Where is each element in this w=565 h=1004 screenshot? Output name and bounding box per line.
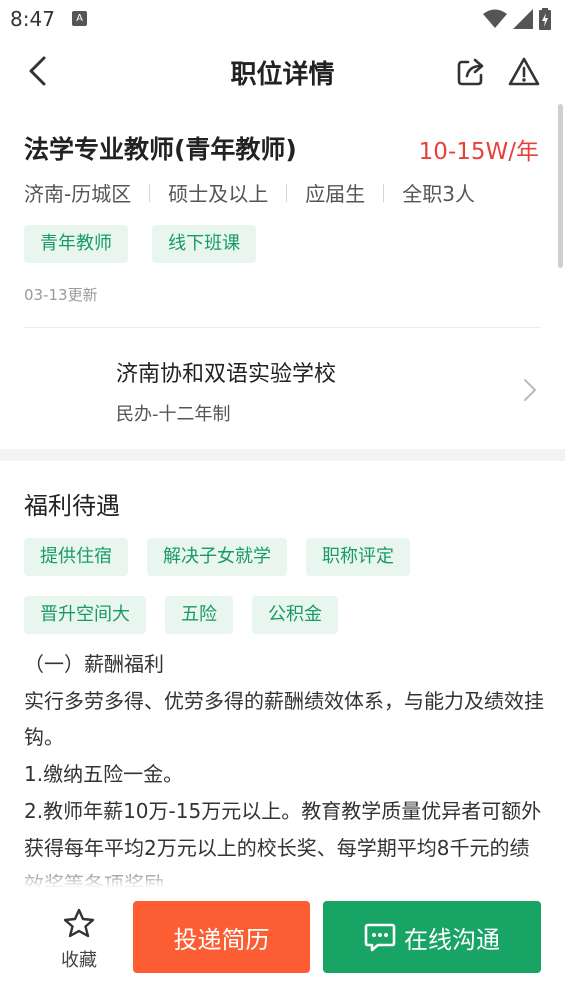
apply-label: 投递简历 — [173, 925, 270, 954]
divider — [149, 183, 151, 202]
scrollbar[interactable] — [558, 104, 563, 268]
divider — [286, 183, 288, 202]
benefit-tag: 晋升空间大 — [24, 596, 146, 634]
benefit-tag: 提供住宿 — [24, 538, 128, 576]
salary: 10-15W/年 — [418, 139, 539, 165]
divider — [383, 183, 385, 202]
notification-icon: A — [72, 11, 87, 26]
bottom-fade — [0, 860, 565, 888]
job-meta: 济南-历城区 硕士及以上 应届生 全职3人 — [24, 178, 475, 207]
job-tag: 线下班课 — [152, 225, 257, 263]
description-line: 实行多劳多得、优劳多得的薪酬绩效体系，与能力及绩效挂钩。 — [24, 688, 544, 750]
company-card[interactable]: 济南协和双语实验学校 民办-十二年制 — [0, 328, 565, 448]
job-title: 法学专业教师(青年教师) — [24, 135, 297, 164]
benefit-tag: 五险 — [165, 596, 233, 634]
apply-button[interactable]: 投递简历 — [133, 901, 310, 973]
benefit-tag: 公积金 — [252, 596, 338, 634]
company-type: 民办-十二年制 — [116, 404, 231, 425]
share-icon[interactable] — [455, 56, 487, 88]
battery-icon — [539, 8, 551, 30]
favorite-label: 收藏 — [61, 950, 97, 971]
benefit-tag: 职称评定 — [306, 538, 410, 576]
section-gap — [0, 449, 565, 461]
status-time: 8:47 — [10, 7, 55, 31]
bottom-action-bar: 收藏 投递简历 在线沟通 — [0, 888, 565, 1004]
description-line: （一）薪酬福利 — [24, 652, 164, 676]
star-icon — [63, 908, 95, 938]
job-tag: 青年教师 — [24, 225, 128, 263]
job-education: 硕士及以上 — [168, 182, 269, 206]
nav-bar: 职位详情 — [0, 38, 565, 104]
warning-icon[interactable] — [508, 56, 540, 88]
description-line: 1.缴纳五险一金。 — [24, 762, 184, 787]
job-tags: 青年教师 线下班课 — [24, 225, 275, 263]
chat-bubble-icon — [364, 923, 396, 952]
job-experience: 应届生 — [305, 182, 366, 206]
favorite-button[interactable]: 收藏 — [56, 908, 102, 972]
benefit-tag: 解决子女就学 — [147, 538, 287, 576]
update-time: 03-13更新 — [24, 286, 98, 304]
benefits-title: 福利待遇 — [24, 492, 120, 520]
status-bar: 8:47 A — [0, 0, 565, 38]
company-name: 济南协和双语实验学校 — [116, 362, 337, 387]
benefit-tags: 提供住宿 解决子女就学 职称评定 晋升空间大 五险 公积金 — [24, 538, 554, 654]
wifi-icon — [483, 9, 507, 28]
chat-label: 在线沟通 — [404, 925, 500, 954]
signal-icon — [513, 9, 533, 29]
chat-button[interactable]: 在线沟通 — [323, 901, 541, 973]
chevron-right-icon — [524, 379, 536, 401]
status-icons — [483, 8, 551, 30]
job-location: 济南-历城区 — [24, 182, 132, 206]
job-employment: 全职3人 — [402, 182, 475, 206]
